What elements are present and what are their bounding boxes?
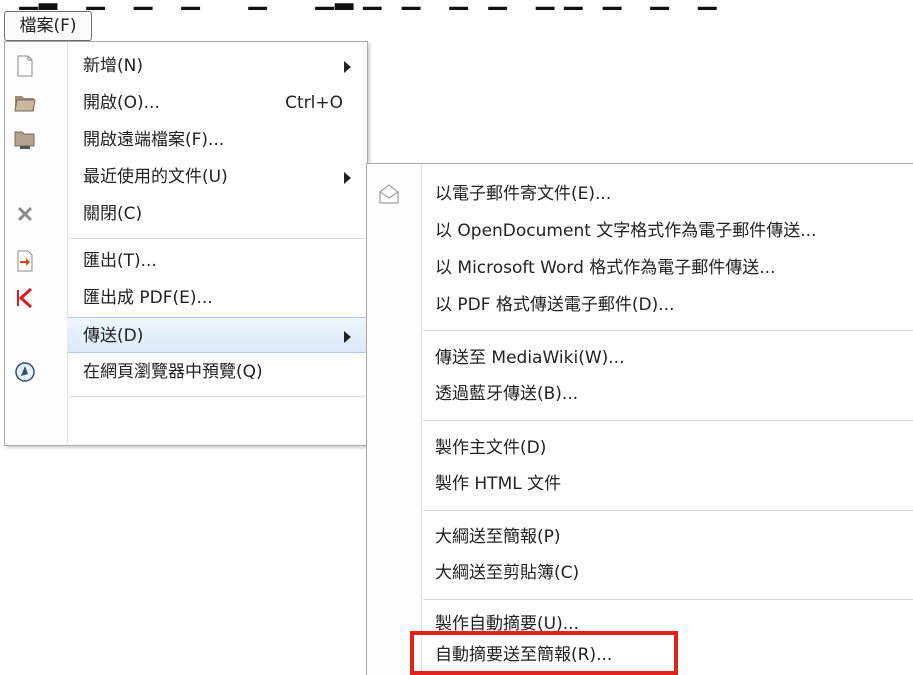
menu-separator — [69, 396, 365, 397]
menu-separator — [423, 510, 913, 511]
file-menu: 新增(N) 開啟(O)... Ctrl+O 開啟遠端檔案(F)... 最近使用的… — [4, 41, 368, 446]
open-folder-icon — [13, 91, 37, 115]
pdf-icon — [13, 286, 37, 310]
submenu-arrow-icon — [344, 331, 351, 343]
highlight-annotation-box — [410, 631, 678, 675]
send-item-html-document[interactable]: 製作 HTML 文件 — [367, 466, 913, 502]
close-icon — [13, 202, 37, 226]
menu-item-label: 以 OpenDocument 文字格式作為電子郵件傳送... — [435, 221, 817, 241]
send-item-email-pdf[interactable]: 以 PDF 格式傳送電子郵件(D)... — [367, 287, 913, 323]
toolbar-strip-partial: ▁▂▃ ▁▂ ▁▂▁ ▂▁ ▁▂▁ ▁▂▃ ▂▁▂ ▁▂▁▂ ▁▂ ▂▁▂ ▁▂… — [0, 0, 913, 10]
menu-item-label: 以 PDF 格式傳送電子郵件(D)... — [435, 295, 675, 315]
menu-item-label: 以電子郵件寄文件(E)... — [435, 184, 612, 204]
send-item-email-document[interactable]: 以電子郵件寄文件(E)... — [367, 176, 913, 212]
menu-item-label: 製作主文件(D) — [435, 438, 547, 458]
menu-item-label: 在網頁瀏覽器中預覽(Q) — [83, 362, 263, 382]
menu-item-label: 開啟遠端檔案(F)... — [83, 130, 225, 150]
menu-item-label: 新增(N) — [83, 56, 143, 76]
send-submenu: 以電子郵件寄文件(E)... 以 OpenDocument 文字格式作為電子郵件… — [366, 163, 913, 675]
menu-item-close[interactable]: 關閉(C) — [5, 196, 367, 232]
menu-item-label: 匯出(T)... — [83, 251, 157, 271]
menu-separator — [69, 238, 365, 239]
send-item-bluetooth[interactable]: 透過藍牙傳送(B)... — [367, 376, 913, 412]
menu-item-label: 匯出成 PDF(E)... — [83, 288, 213, 308]
web-preview-icon — [13, 360, 37, 384]
menu-separator — [423, 330, 913, 331]
menu-item-export[interactable]: 匯出(T)... — [5, 243, 367, 279]
menu-separator — [423, 420, 913, 421]
send-item-email-odt[interactable]: 以 OpenDocument 文字格式作為電子郵件傳送... — [367, 213, 913, 249]
menu-item-label: 最近使用的文件(U) — [83, 167, 228, 187]
menu-item-label: 大綱送至簡報(P) — [435, 527, 561, 547]
menu-item-export-pdf[interactable]: 匯出成 PDF(E)... — [5, 280, 367, 316]
menu-item-recent-documents[interactable]: 最近使用的文件(U) — [5, 159, 367, 195]
menu-item-send[interactable]: 傳送(D) — [67, 317, 367, 353]
menu-item-label: 透過藍牙傳送(B)... — [435, 384, 579, 404]
export-icon — [13, 249, 37, 273]
submenu-arrow-icon — [344, 61, 351, 73]
menu-item-new[interactable]: 新增(N) — [5, 48, 367, 84]
menu-item-label: 大綱送至剪貼簿(C) — [435, 563, 580, 583]
submenu-arrow-icon — [344, 172, 351, 184]
menu-item-label: 製作 HTML 文件 — [435, 474, 562, 494]
menu-separator — [423, 599, 913, 600]
send-item-email-word[interactable]: 以 Microsoft Word 格式作為電子郵件傳送... — [367, 250, 913, 286]
menu-shortcut: Ctrl+O — [285, 93, 343, 113]
menu-item-open-remote[interactable]: 開啟遠端檔案(F)... — [5, 122, 367, 158]
menu-item-label: 傳送至 MediaWiki(W)... — [435, 348, 625, 368]
send-item-master-document[interactable]: 製作主文件(D) — [367, 430, 913, 466]
send-item-outline-to-presentation[interactable]: 大綱送至簡報(P) — [367, 519, 913, 555]
menu-item-label: 以 Microsoft Word 格式作為電子郵件傳送... — [435, 258, 776, 278]
send-item-mediawiki[interactable]: 傳送至 MediaWiki(W)... — [367, 340, 913, 376]
send-item-outline-to-clipboard[interactable]: 大綱送至剪貼簿(C) — [367, 555, 913, 591]
menu-item-label: 關閉(C) — [83, 204, 143, 224]
menu-item-web-preview[interactable]: 在網頁瀏覽器中預覽(Q) — [5, 354, 367, 390]
remote-folder-icon — [13, 128, 37, 152]
menu-item-open[interactable]: 開啟(O)... Ctrl+O — [5, 85, 367, 121]
email-icon — [377, 182, 401, 206]
menu-item-label: 傳送(D) — [83, 326, 144, 346]
menubar-file-button[interactable]: 檔案(F) — [4, 11, 92, 41]
menu-item-label: 開啟(O)... — [83, 93, 160, 113]
new-document-icon — [13, 54, 37, 78]
